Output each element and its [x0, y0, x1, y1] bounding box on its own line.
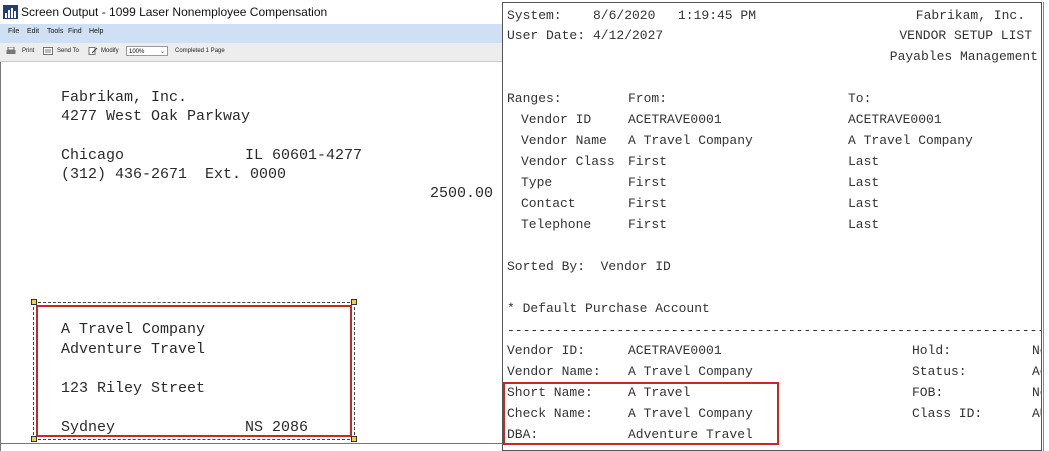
vendor-field-label: Vendor ID: — [507, 343, 586, 358]
side-field-value: Ac — [1032, 364, 1041, 379]
side-field-label: Hold: — [912, 343, 952, 358]
screen-output-window: Screen Output - 1099 Laser Nonemployee C… — [0, 0, 580, 451]
side-field-label: FOB: — [912, 385, 944, 400]
range-from: First — [628, 154, 668, 169]
payer-state-zip: IL 60601-4277 — [245, 147, 363, 164]
range-from: A Travel Company — [628, 133, 753, 148]
user-date: 4/12/2027 — [593, 28, 664, 43]
menu-tools[interactable]: Tools — [47, 28, 63, 35]
range-from: First — [628, 175, 668, 190]
from-label: From: — [628, 91, 668, 106]
vendor-field-label: Vendor Name: — [507, 364, 601, 379]
range-from: First — [628, 196, 668, 211]
window-title: Screen Output - 1099 Laser Nonemployee C… — [21, 5, 328, 19]
zoom-select[interactable]: 100% ⌄ — [126, 46, 168, 56]
menu-help[interactable]: Help — [89, 28, 103, 35]
range-to: Last — [848, 175, 880, 190]
user-date-label: User Date: — [507, 28, 586, 43]
system-label: System: — [507, 8, 562, 23]
range-from: ACETRAVE0001 — [628, 112, 722, 127]
app-icon — [3, 5, 18, 19]
menu-edit[interactable]: Edit — [27, 28, 39, 35]
menu-find[interactable]: Find — [68, 28, 82, 35]
resize-handle-bottom-left[interactable] — [31, 436, 37, 442]
payer-phone: (312) 436-2671 Ext. 0000 — [61, 166, 287, 183]
payer-street: 4277 West Oak Parkway — [61, 108, 251, 125]
range-label: Contact — [521, 196, 576, 211]
range-to: Last — [848, 217, 880, 232]
printer-icon — [6, 47, 16, 54]
payer-city: Chicago — [61, 147, 125, 164]
system-time: 1:19:45 PM — [678, 8, 757, 23]
default-purchase-note: * Default Purchase Account — [507, 301, 710, 316]
divider — [1043, 2, 1044, 451]
modify-button[interactable]: Modify — [101, 48, 119, 54]
system-date: 8/6/2020 — [593, 8, 656, 23]
side-field-label: Class ID: — [912, 406, 983, 421]
range-label: Vendor Name — [521, 133, 607, 148]
title-bar: Screen Output - 1099 Laser Nonemployee C… — [0, 0, 580, 24]
range-label: Type — [521, 175, 553, 190]
recipient-state-zip: NS 2086 — [245, 419, 309, 436]
recipient-street: 123 Riley Street — [61, 380, 206, 397]
recipient-dba: Adventure Travel — [61, 341, 206, 358]
vendor-field-value: A Travel Company — [628, 364, 753, 379]
range-to: Last — [848, 196, 880, 211]
range-to: Last — [848, 154, 880, 169]
menu-bar: File Edit Tools Find Help — [0, 24, 580, 43]
divider — [0, 443, 578, 444]
payer-company: Fabrikam, Inc. — [61, 89, 188, 106]
sorted-by: Sorted By: Vendor ID — [507, 259, 671, 274]
recipient-city: Sydney — [61, 419, 116, 436]
status-text: Completed 1 Page — [175, 48, 225, 54]
modify-icon — [88, 47, 98, 55]
resize-handle-top-right[interactable] — [351, 299, 357, 305]
resize-handle-bottom-right[interactable] — [351, 436, 357, 442]
ranges-label: Ranges: — [507, 91, 562, 106]
recipient-name: A Travel Company — [61, 321, 206, 338]
chevron-down-icon: ⌄ — [159, 49, 165, 55]
side-field-value: No — [1032, 385, 1041, 400]
range-label: Vendor Class — [521, 154, 615, 169]
range-from: First — [628, 217, 668, 232]
side-field-label: Status: — [912, 364, 967, 379]
to-label: To: — [848, 91, 872, 106]
report-title: VENDOR SETUP LIST — [899, 28, 1032, 43]
print-button[interactable]: Print — [22, 48, 34, 54]
toolbar: Print Send To Modify 100% ⌄ Completed 1 … — [0, 43, 580, 62]
resize-handle-top-left[interactable] — [31, 299, 37, 305]
report-module: Payables Management — [889, 49, 1038, 64]
send-to-icon — [43, 47, 53, 55]
range-to: ACETRAVE0001 — [848, 112, 942, 127]
range-label: Vendor ID — [521, 112, 592, 127]
menu-file[interactable]: File — [8, 28, 19, 35]
separator-line: ----------------------------------------… — [507, 323, 1041, 338]
side-field-value: No — [1032, 343, 1041, 358]
send-to-button[interactable]: Send To — [57, 48, 79, 54]
vendor-field-value: ACETRAVE0001 — [628, 343, 722, 358]
range-label: Telephone — [521, 217, 592, 232]
vendor-setup-report-window: System: 8/6/2020 1:19:45 PM Fabrikam, In… — [502, 2, 1042, 451]
side-field-value: AU — [1032, 406, 1041, 421]
compensation-amount: 2500.00 — [430, 185, 494, 202]
zoom-value: 100% — [129, 49, 145, 55]
range-to: A Travel Company — [848, 133, 973, 148]
report-company: Fabrikam, Inc. — [915, 8, 1025, 23]
vendor-names-highlight-box — [503, 382, 779, 445]
